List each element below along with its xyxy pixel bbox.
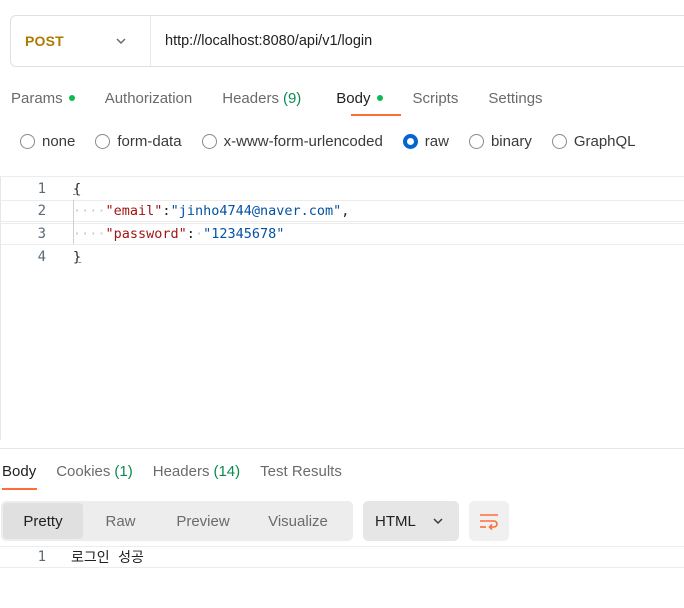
tab-authorization[interactable]: Authorization	[105, 84, 193, 112]
line-number: 3	[37, 226, 46, 242]
radio-circle-selected[interactable]	[402, 133, 418, 149]
view-visualize-button[interactable]: Visualize	[248, 503, 348, 539]
tab-settings[interactable]: Settings	[488, 84, 542, 112]
json-key: "email"	[105, 203, 163, 219]
code-line: ····"password":·"12345678"	[73, 226, 285, 242]
view-preview-button[interactable]: Preview	[158, 503, 248, 539]
active-tab-indicator	[351, 114, 401, 116]
editor-line: 4 }	[0, 246, 684, 268]
close-brace: }	[73, 249, 82, 265]
method-label: POST	[25, 33, 64, 49]
radio-circle[interactable]	[95, 133, 111, 149]
radio-raw-label: raw	[424, 132, 449, 150]
resp-tab-headers[interactable]: Headers (14)	[153, 463, 240, 480]
editor-line: 1 {	[0, 178, 684, 200]
radio-binary-label: binary	[490, 132, 532, 150]
view-raw-button[interactable]: Raw	[83, 503, 158, 539]
radio-raw[interactable]: raw	[402, 132, 449, 150]
json-value: "jinho4744@naver.com"	[170, 203, 342, 219]
line-number: 1	[37, 181, 46, 197]
url-input[interactable]: http://localhost:8080/api/v1/login	[151, 33, 372, 49]
resp-tab-body[interactable]: Body	[2, 463, 36, 480]
tab-authorization-label: Authorization	[104, 89, 193, 107]
radio-none[interactable]: none	[20, 133, 75, 150]
tab-body[interactable]: Body	[336, 84, 383, 112]
radio-circle[interactable]	[201, 133, 217, 149]
tab-scripts-label: Scripts	[412, 89, 459, 107]
tab-headers-label: Headers	[222, 89, 279, 107]
tab-params-label: Params	[11, 89, 63, 107]
view-mode-group: Pretty Raw Preview Visualize	[1, 501, 353, 541]
resp-tab-headers-label: Headers	[152, 462, 210, 480]
radio-binary[interactable]: binary	[468, 132, 532, 150]
format-selector[interactable]: HTML	[363, 501, 459, 541]
radio-urlencoded-label: x-www-form-urlencoded	[223, 132, 383, 150]
tab-params[interactable]: Params	[11, 84, 75, 112]
view-pretty-button[interactable]: Pretty	[3, 503, 83, 539]
method-selector[interactable]: POST	[11, 16, 151, 66]
tab-body-label: Body	[336, 89, 371, 107]
body-status-dot	[376, 95, 383, 101]
tab-settings-label: Settings	[488, 89, 543, 107]
json-comma: ,	[341, 203, 350, 219]
editor-line: 3 ····"password":·"12345678"	[0, 223, 684, 245]
cookies-count: (1)	[114, 462, 133, 480]
body-type-options: none form-data x-www-form-urlencoded raw…	[20, 130, 636, 152]
json-value: "12345678"	[203, 226, 285, 242]
wrap-lines-icon	[480, 514, 498, 530]
line-number: 2	[37, 203, 46, 219]
radio-x-www-form-urlencoded[interactable]: x-www-form-urlencoded	[201, 132, 383, 150]
indent-guide	[73, 200, 74, 244]
radio-none-label: none	[42, 132, 76, 150]
response-divider[interactable]	[0, 448, 684, 449]
json-colon: :	[186, 226, 195, 242]
wrap-lines-button[interactable]	[469, 501, 509, 541]
response-tabs: Body Cookies (1) Headers (14) Test Resul…	[0, 458, 362, 484]
code-line: }	[73, 249, 81, 265]
request-url-bar: POST http://localhost:8080/api/v1/login	[10, 15, 684, 67]
json-key: "password"	[105, 226, 187, 242]
open-brace: {	[73, 181, 82, 197]
format-label: HTML	[375, 512, 416, 530]
radio-graphql-label: GraphQL	[573, 132, 636, 150]
resp-tab-body-label: Body	[2, 462, 37, 480]
radio-circle[interactable]	[551, 133, 567, 149]
response-line-number: 1	[37, 549, 46, 565]
radio-circle[interactable]	[468, 133, 484, 149]
radio-form-data-label: form-data	[117, 132, 182, 150]
editor-line: 2 ····"email":"jinho4744@naver.com",	[0, 200, 684, 222]
line-number: 4	[37, 249, 46, 265]
radio-circle[interactable]	[20, 133, 35, 149]
resp-tab-cookies-label: Cookies	[56, 462, 111, 480]
json-colon: :	[162, 203, 171, 219]
tab-scripts[interactable]: Scripts	[413, 84, 459, 112]
code-line: ····"email":"jinho4744@naver.com",	[73, 203, 350, 219]
response-body-line: 1 로그인 성공	[0, 546, 684, 568]
resp-headers-count: (14)	[213, 462, 241, 480]
tab-headers[interactable]: Headers (9)	[222, 84, 301, 112]
params-status-dot	[68, 95, 75, 101]
code-line: {	[73, 181, 81, 197]
radio-form-data[interactable]: form-data	[95, 132, 182, 150]
radio-graphql[interactable]: GraphQL	[551, 132, 636, 150]
response-body-text: 로그인 성공	[71, 550, 144, 566]
chevron-down-icon	[116, 38, 126, 45]
chevron-down-icon	[433, 518, 443, 525]
request-tabs: Params Authorization Headers (9) Body Sc…	[0, 84, 543, 112]
headers-count: (9)	[282, 89, 302, 107]
resp-tab-test-results-label: Test Results	[260, 462, 342, 480]
response-active-tab-indicator	[2, 488, 37, 490]
resp-tab-test-results[interactable]: Test Results	[260, 463, 342, 480]
resp-tab-cookies[interactable]: Cookies (1)	[56, 463, 133, 480]
